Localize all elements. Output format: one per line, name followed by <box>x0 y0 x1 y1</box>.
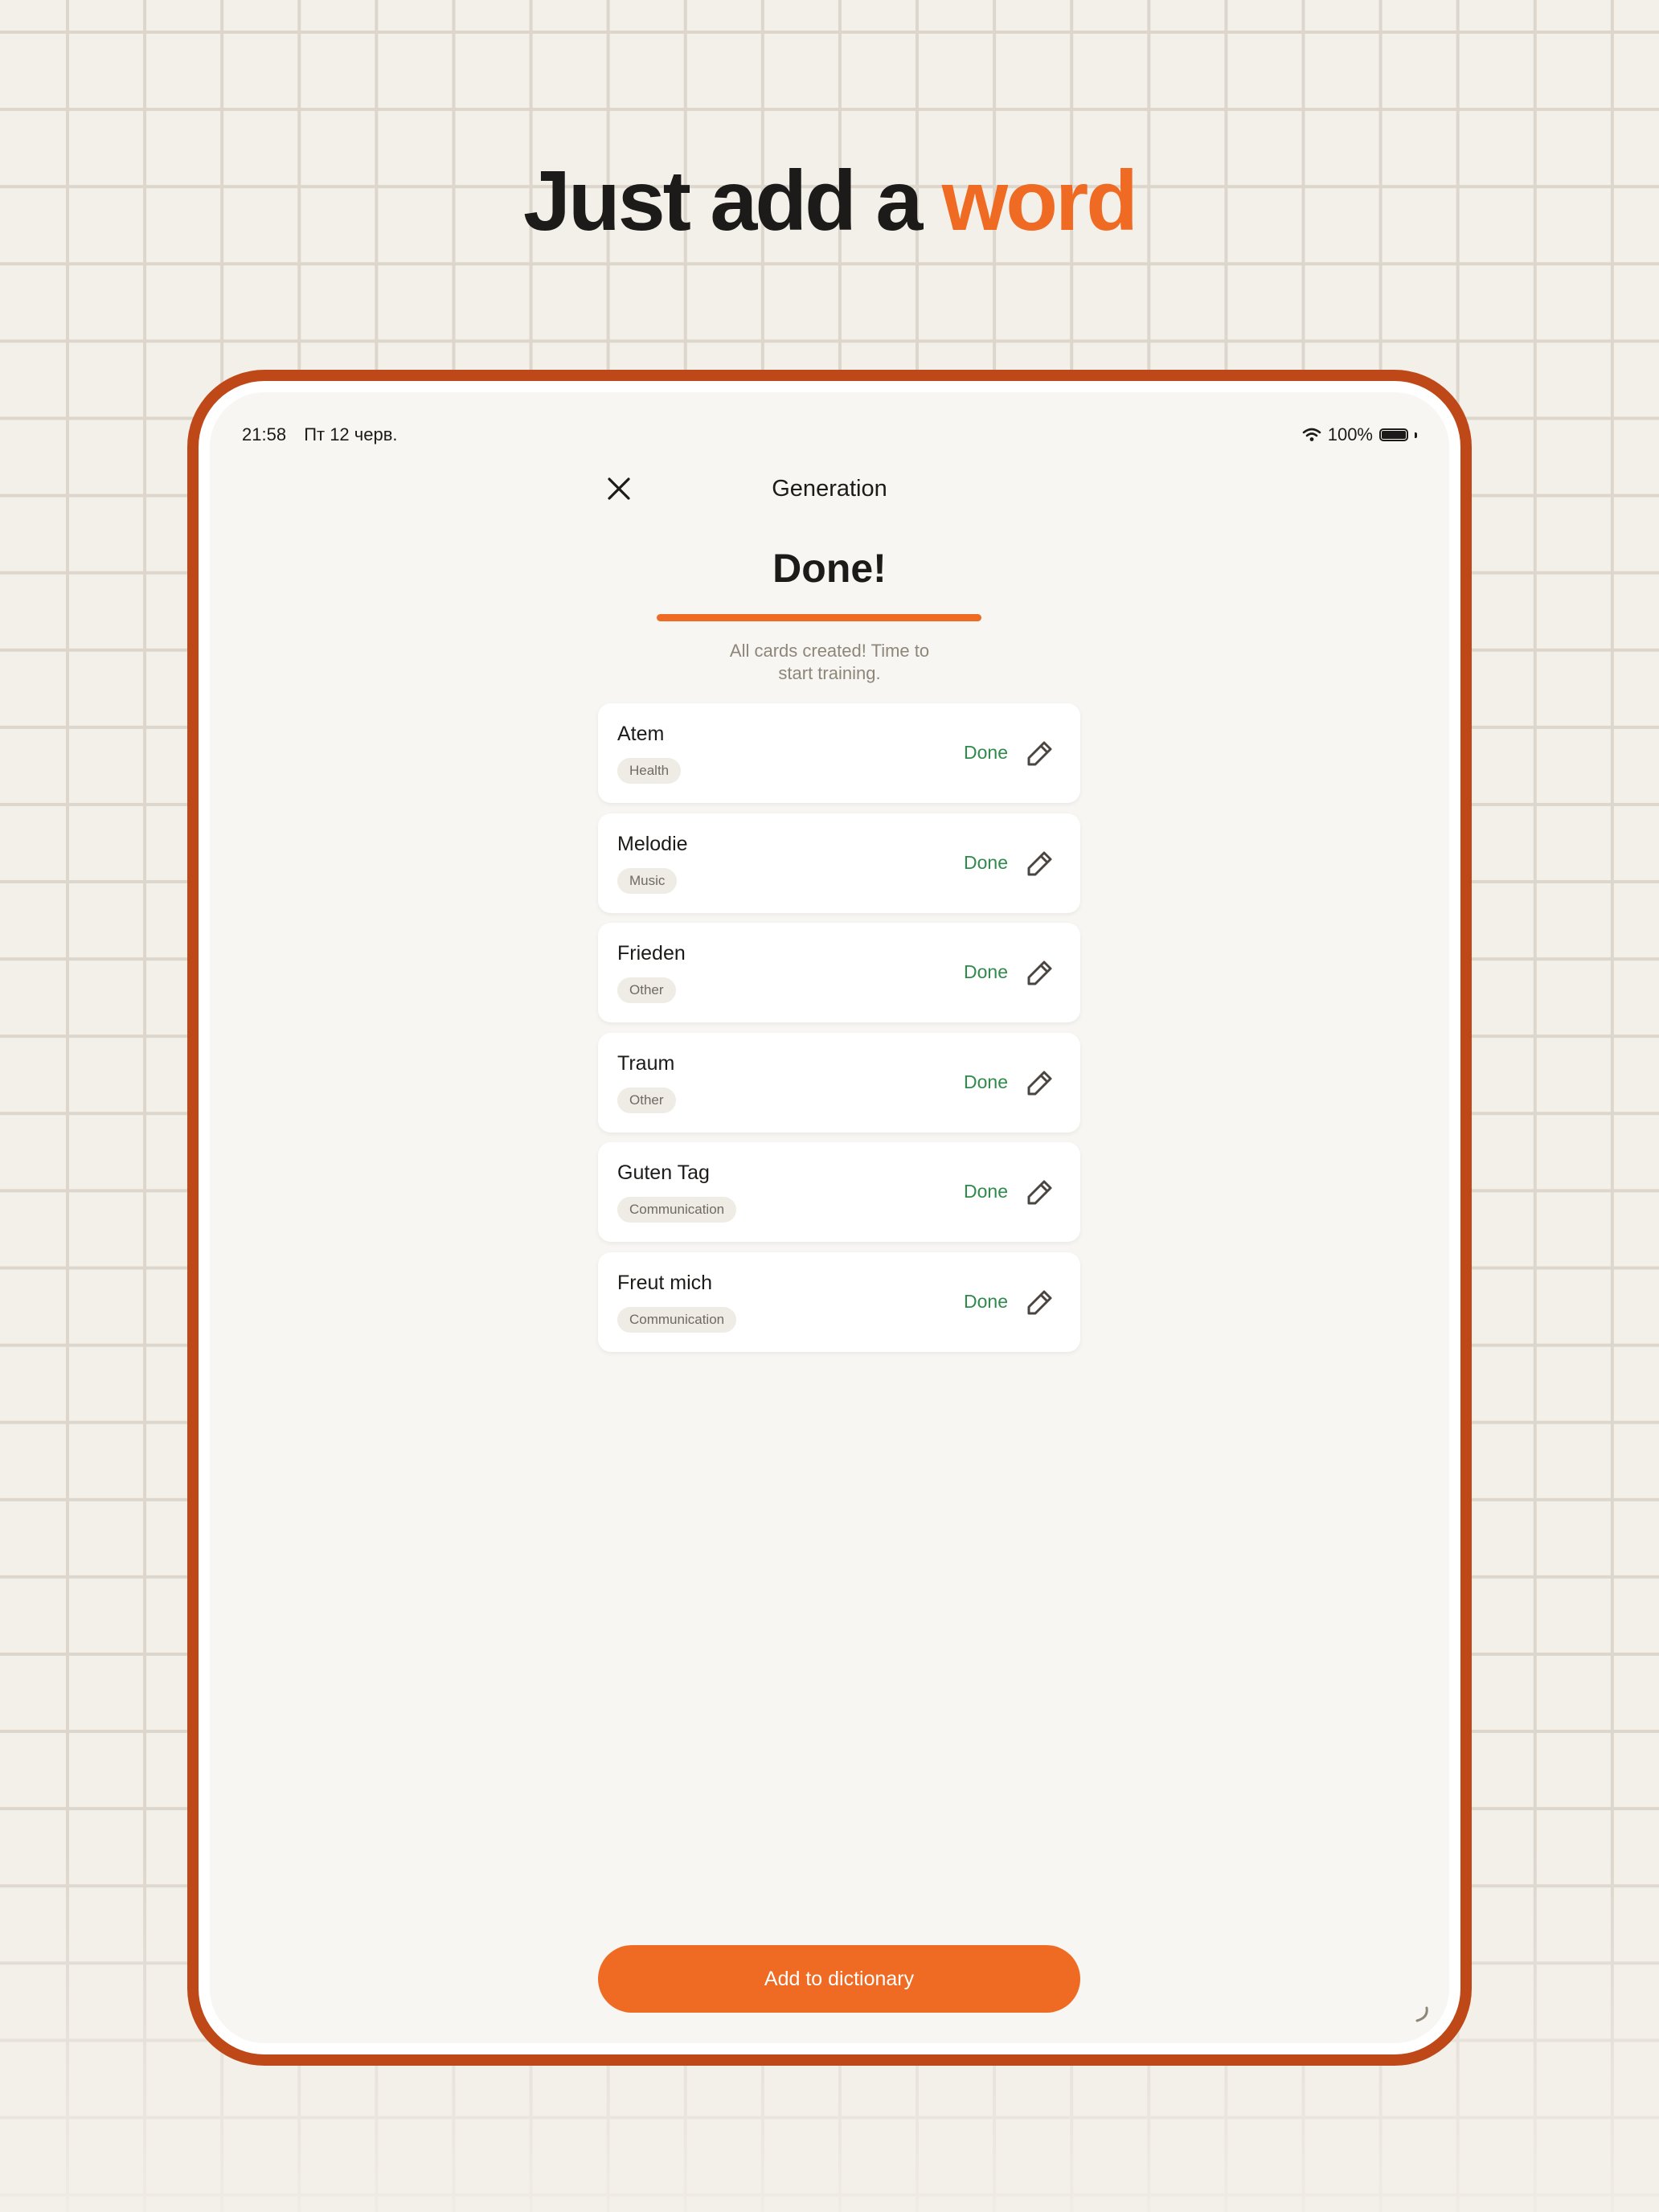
headline-text: Just add a <box>523 154 942 248</box>
category-tag: Other <box>617 977 676 1003</box>
battery-percent: 100% <box>1327 424 1373 444</box>
battery-icon <box>1379 428 1408 441</box>
card-word: Traum <box>617 1051 675 1075</box>
status-time: 21:58 <box>242 424 287 444</box>
tablet-frame: 21:58 Пт 12 черв. 100% Generation Done! … <box>187 370 1472 2066</box>
category-tag: Other <box>617 1087 676 1113</box>
page-title: Generation <box>772 476 887 502</box>
card-item: Guten Tag Communication Done <box>598 1142 1080 1242</box>
result-title: Done! <box>772 546 887 591</box>
spinner-icon <box>1415 2006 1428 2022</box>
category-tag: Music <box>617 867 678 894</box>
card-item: Frieden Other Done <box>598 923 1080 1022</box>
card-word: Atem <box>617 723 665 745</box>
card-item: Atem Health Done <box>598 703 1080 803</box>
card-word: Guten Tag <box>617 1161 710 1184</box>
category-tag: Communication <box>617 1306 737 1333</box>
card-list: Atem Health Done Melodie Music Done Frie… <box>598 703 1080 1362</box>
pencil-icon[interactable] <box>1024 1176 1056 1208</box>
app-screen: 21:58 Пт 12 черв. 100% Generation Done! … <box>210 392 1449 2043</box>
card-item: Traum Other Done <box>598 1032 1080 1133</box>
subtitle-line-1: All cards created! Time to <box>729 641 930 661</box>
card-status: Done <box>964 1071 1008 1092</box>
pencil-icon[interactable] <box>1024 847 1056 879</box>
card-status: Done <box>964 851 1008 873</box>
card-item: Melodie Music Done <box>598 813 1080 913</box>
card-status: Done <box>964 1290 1008 1312</box>
pencil-icon[interactable] <box>1024 1286 1056 1318</box>
card-word: Freut mich <box>617 1271 713 1294</box>
wifi-icon <box>1302 428 1321 441</box>
card-word: Melodie <box>617 832 688 855</box>
card-status: Done <box>964 742 1008 763</box>
status-right: 100% <box>1302 424 1417 445</box>
headline-accent: word <box>941 154 1138 248</box>
battery-nub <box>1415 432 1417 438</box>
category-tag: Communication <box>617 1197 737 1223</box>
card-status: Done <box>964 961 1008 982</box>
status-bar: 21:58 Пт 12 черв. 100% <box>242 424 1417 450</box>
pencil-icon[interactable] <box>1024 1067 1056 1099</box>
pencil-icon[interactable] <box>1024 737 1056 769</box>
status-left: 21:58 Пт 12 черв. <box>242 424 411 445</box>
card-status: Done <box>964 1181 1008 1202</box>
status-date: Пт 12 черв. <box>304 424 398 444</box>
progress-bar <box>657 614 981 621</box>
result-subtitle: All cards created! Time to start trainin… <box>210 640 1449 685</box>
category-tag: Health <box>617 758 682 784</box>
pencil-icon[interactable] <box>1024 956 1056 989</box>
card-item: Freut mich Communication Done <box>598 1251 1080 1352</box>
card-word: Frieden <box>617 942 686 965</box>
add-to-dictionary-button[interactable]: Add to dictionary <box>598 1945 1080 2013</box>
subtitle-line-2: start training. <box>778 663 881 683</box>
headline: Just add a word <box>0 153 1659 250</box>
